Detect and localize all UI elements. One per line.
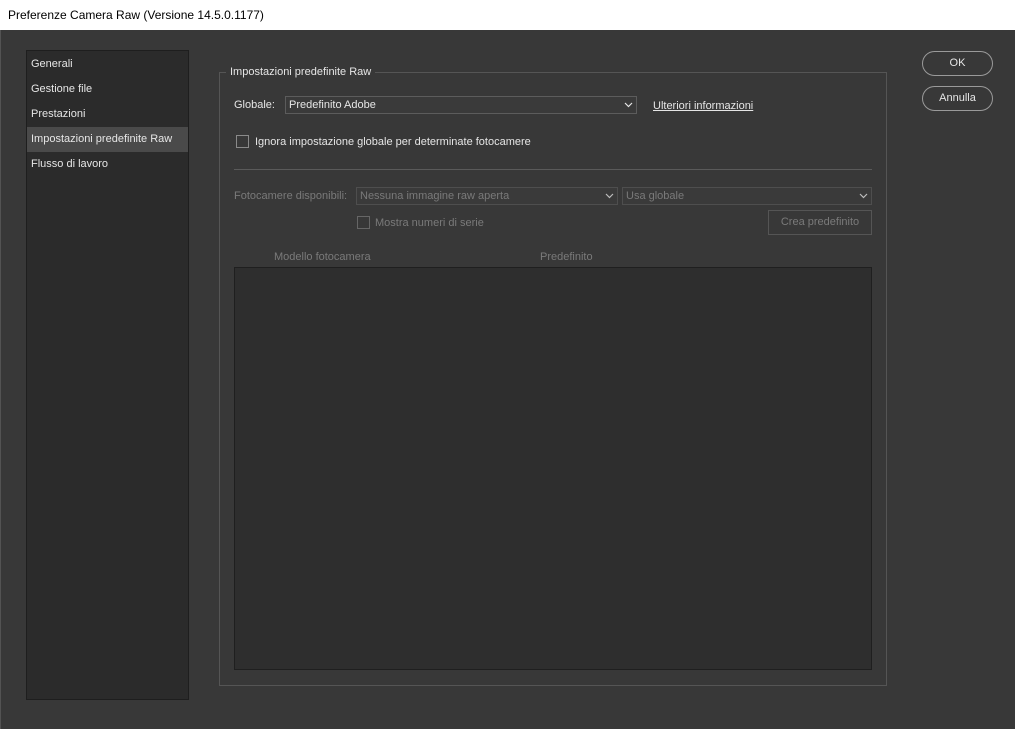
column-header-default: Predefinito <box>540 251 593 263</box>
group-legend: Impostazioni predefinite Raw <box>226 65 376 79</box>
camera-select[interactable]: Nessuna immagine raw aperta <box>356 187 618 205</box>
show-serial-label: Mostra numeri di serie <box>375 217 484 229</box>
chevron-down-icon <box>858 188 868 204</box>
global-default-value: Predefinito Adobe <box>289 99 376 111</box>
ok-button[interactable]: OK <box>922 51 993 76</box>
camera-default-value: Usa globale <box>626 190 685 202</box>
global-label: Globale: <box>234 99 275 111</box>
show-serial-checkbox[interactable] <box>357 216 370 229</box>
sidebar-item-flusso-di-lavoro[interactable]: Flusso di lavoro <box>27 152 188 177</box>
camera-select-value: Nessuna immagine raw aperta <box>360 190 510 202</box>
override-global-label: Ignora impostazione globale per determin… <box>255 136 531 148</box>
sidebar-item-gestione-file[interactable]: Gestione file <box>27 77 188 102</box>
sidebar-item-impostazioni-predefinite-raw[interactable]: Impostazioni predefinite Raw <box>27 127 188 152</box>
chevron-down-icon <box>623 97 633 113</box>
override-global-checkbox[interactable] <box>236 135 249 148</box>
window-title: Preferenze Camera Raw (Versione 14.5.0.1… <box>0 0 1015 30</box>
more-info-link[interactable]: Ulteriori informazioni <box>653 99 753 113</box>
preferences-dialog: Generali Gestione file Prestazioni Impos… <box>1 30 1015 729</box>
divider <box>234 169 872 170</box>
cameras-label: Fotocamere disponibili: <box>234 190 348 202</box>
global-default-select[interactable]: Predefinito Adobe <box>285 96 637 114</box>
camera-defaults-table[interactable] <box>234 267 872 670</box>
chevron-down-icon <box>604 188 614 204</box>
column-header-camera-model: Modello fotocamera <box>274 251 371 263</box>
camera-default-select[interactable]: Usa globale <box>622 187 872 205</box>
create-default-button[interactable]: Crea predefinito <box>768 210 872 235</box>
cancel-button[interactable]: Annulla <box>922 86 993 111</box>
sidebar: Generali Gestione file Prestazioni Impos… <box>26 50 189 700</box>
sidebar-item-generali[interactable]: Generali <box>27 52 188 77</box>
sidebar-item-prestazioni[interactable]: Prestazioni <box>27 102 188 127</box>
